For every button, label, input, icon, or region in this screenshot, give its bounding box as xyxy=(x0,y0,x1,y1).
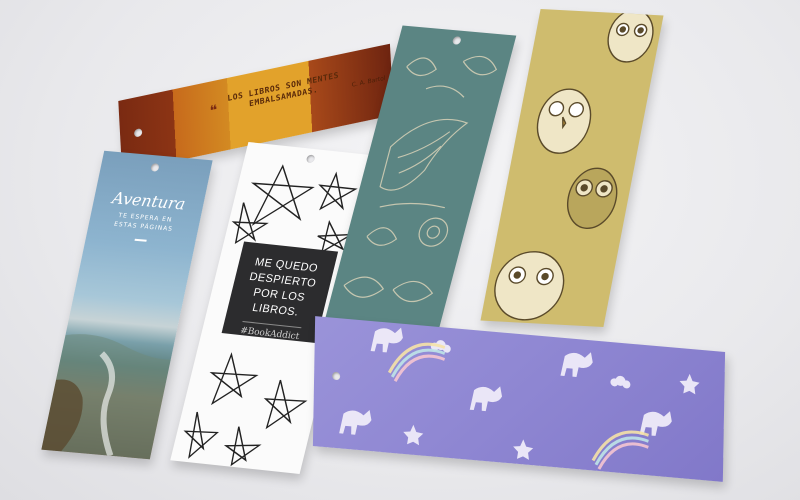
bookaddict-quote: ME QUEDO DESPIERTO POR LOS LIBROS. xyxy=(248,256,320,319)
unicorn-rainbow-pattern xyxy=(339,327,700,470)
punch-hole xyxy=(133,128,143,138)
bookmark-quote-text: LOS LIBROS SON MENTES EMBALSAMADAS. xyxy=(227,70,340,109)
quote-mark-icon: ❝ xyxy=(209,102,218,120)
bookmark-scene: ❝ LOS LIBROS SON MENTES EMBALSAMADAS. C.… xyxy=(0,0,800,500)
unicorn-bookmark xyxy=(312,316,726,482)
bookmark-quote-author: C. A. Bartol xyxy=(351,74,386,89)
